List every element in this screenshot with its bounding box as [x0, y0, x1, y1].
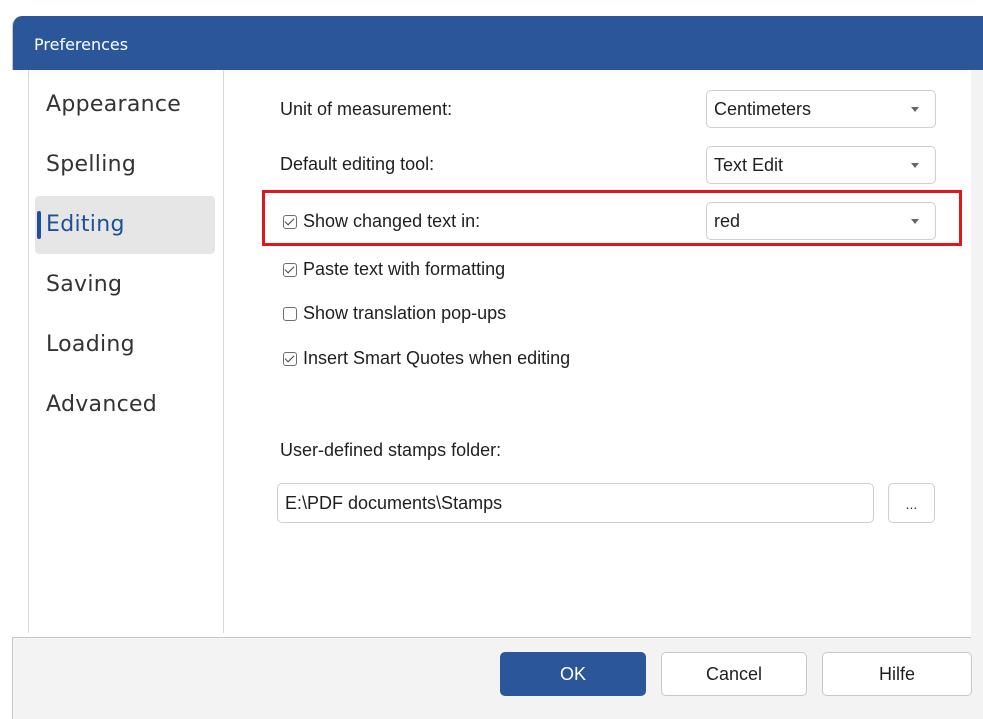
sidebar: Appearance Spelling Editing Saving Loadi… — [28, 70, 224, 633]
window-title: Preferences — [34, 35, 129, 54]
cancel-button[interactable]: Cancel — [661, 652, 807, 696]
show-changed-text-checkbox[interactable] — [283, 214, 297, 229]
smart-quotes-checkbox[interactable] — [283, 351, 297, 366]
show-changed-text-checkbox-row[interactable]: Show changed text in: — [283, 211, 480, 232]
smart-quotes-checkbox-row[interactable]: Insert Smart Quotes when editing — [283, 348, 570, 369]
smart-quotes-label: Insert Smart Quotes when editing — [303, 348, 571, 368]
sidebar-item-editing[interactable]: Editing — [35, 196, 215, 254]
paste-formatting-label: Paste text with formatting — [303, 259, 506, 279]
translation-popups-checkbox[interactable] — [283, 306, 297, 321]
cancel-button-label: Cancel — [705, 664, 763, 684]
ok-button-label: OK — [559, 664, 586, 684]
translation-popups-label: Show translation pop-ups — [303, 303, 507, 323]
ok-button[interactable]: OK — [500, 652, 646, 696]
chevron-down-icon — [911, 107, 919, 112]
help-button[interactable]: Hilfe — [822, 652, 972, 696]
sidebar-item-advanced[interactable]: Advanced — [35, 376, 215, 434]
default-editing-tool-dropdown[interactable]: Text Edit — [706, 146, 936, 184]
sidebar-item-spelling[interactable]: Spelling — [35, 136, 215, 194]
paste-formatting-checkbox[interactable] — [283, 262, 297, 277]
stamps-folder-input[interactable]: E:\PDF documents\Stamps — [277, 483, 874, 523]
paste-formatting-checkbox-row[interactable]: Paste text with formatting — [283, 259, 505, 280]
browse-button[interactable]: ... — [888, 483, 935, 523]
stamps-folder-label: User-defined stamps folder: — [280, 440, 502, 460]
sidebar-item-label: Loading — [46, 332, 135, 357]
changed-text-color-dropdown[interactable]: red — [706, 202, 936, 240]
title-bar: Preferences — [13, 16, 983, 70]
default-editing-tool-label: Default editing tool: — [280, 154, 435, 174]
chevron-down-icon — [911, 163, 919, 168]
translation-popups-checkbox-row[interactable]: Show translation pop-ups — [283, 303, 506, 324]
sidebar-item-label: Spelling — [46, 152, 137, 177]
stamps-folder-value: E:\PDF documents\Stamps — [285, 493, 503, 513]
sidebar-item-label: Appearance — [46, 92, 182, 117]
unit-of-measurement-label: Unit of measurement: — [280, 99, 453, 119]
chevron-down-icon — [911, 219, 919, 224]
sidebar-item-label: Advanced — [46, 392, 158, 417]
sidebar-item-label: Saving — [46, 272, 123, 297]
sidebar-item-saving[interactable]: Saving — [35, 256, 215, 314]
sidebar-item-appearance[interactable]: Appearance — [35, 76, 215, 134]
unit-of-measurement-dropdown[interactable]: Centimeters — [706, 90, 936, 128]
dropdown-value: red — [714, 211, 741, 231]
sidebar-item-label: Editing — [46, 212, 125, 237]
show-changed-text-label: Show changed text in: — [303, 211, 481, 231]
help-button-label: Hilfe — [878, 664, 915, 684]
dropdown-value: Text Edit — [714, 155, 784, 175]
browse-button-label: ... — [905, 496, 918, 512]
dropdown-value: Centimeters — [714, 99, 812, 119]
sidebar-item-loading[interactable]: Loading — [35, 316, 215, 374]
